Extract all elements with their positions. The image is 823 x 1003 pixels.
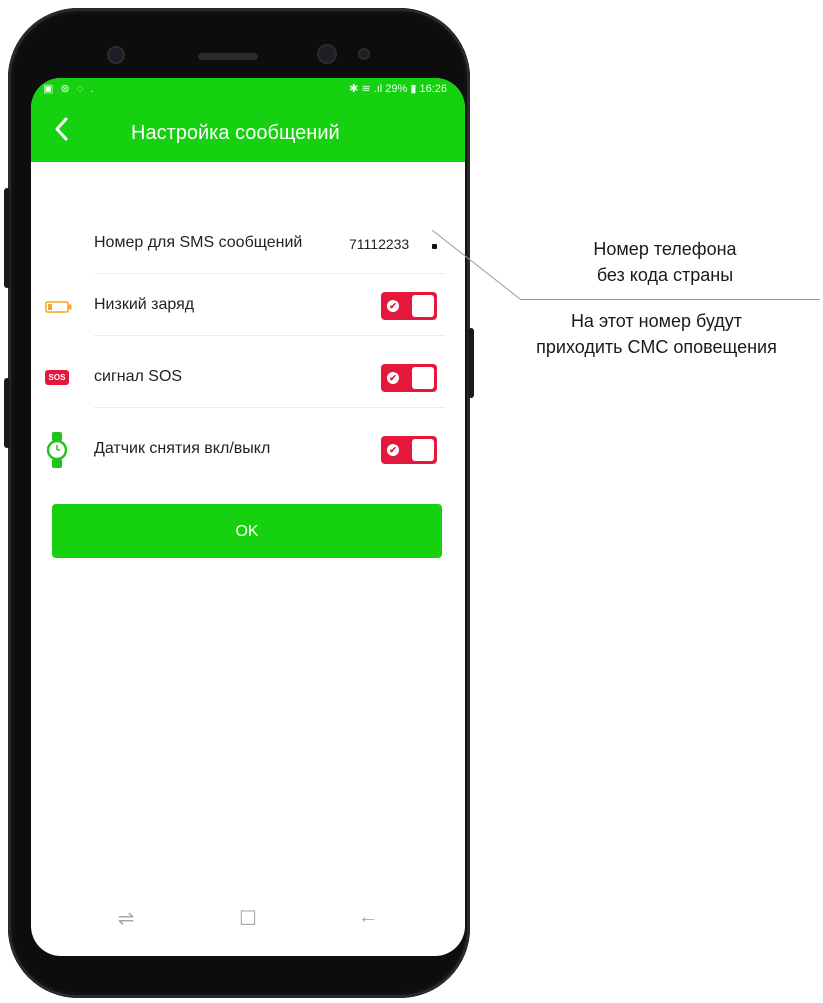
callout-top-text: Номер телефона без кода страны (520, 236, 810, 288)
callout-line (431, 229, 521, 300)
callout-separator (520, 299, 820, 300)
callout-line-2: без кода страны (596, 265, 734, 285)
callout-line-1: Номер телефона (593, 239, 737, 259)
callout-line-3: На этот номер будут (570, 311, 743, 331)
callout-bottom-text: На этот номер будут приходить СМС оповещ… (490, 308, 823, 360)
callout-line-4: приходить СМС оповещения (536, 337, 777, 357)
